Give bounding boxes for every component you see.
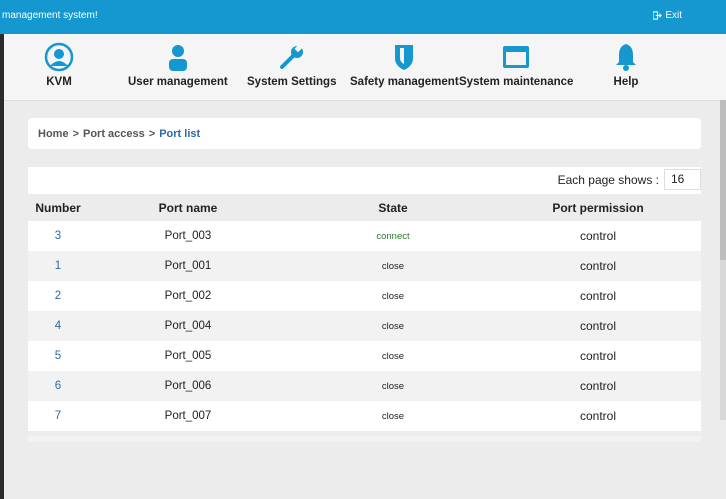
row-port-name: Port_004 <box>164 320 212 332</box>
row-number[interactable]: 3 <box>28 221 88 251</box>
nav-system-settings[interactable]: System Settings <box>247 42 336 88</box>
breadcrumb-separator: > <box>148 127 156 140</box>
table-row[interactable]: 5 Port_005 close control <box>28 341 701 371</box>
table-header: Number Port name State Port permission <box>28 195 701 221</box>
row-permission: control <box>579 319 617 333</box>
row-permission: control <box>579 409 617 423</box>
nav-user-management-label: User management <box>128 76 228 88</box>
row-port-name: Port_002 <box>164 290 212 302</box>
row-number[interactable]: 5 <box>28 341 88 371</box>
header-port-permission[interactable]: Port permission <box>518 195 678 221</box>
page-size-input[interactable]: 16 <box>664 169 701 190</box>
row-port-name: Port_006 <box>164 380 212 392</box>
row-state: close <box>381 350 405 362</box>
row-port-name: Port_005 <box>164 350 212 362</box>
row-permission: control <box>579 289 617 303</box>
exit-button[interactable]: Exit <box>653 10 682 21</box>
breadcrumb-separator: > <box>72 127 79 140</box>
table-row[interactable]: 7 Port_007 close control <box>28 401 701 431</box>
exit-label: Exit <box>665 10 682 21</box>
row-state: close <box>381 290 405 302</box>
nav-safety-management[interactable]: Safety management <box>350 42 459 88</box>
breadcrumb-home[interactable]: Home <box>38 128 69 140</box>
shield-icon <box>395 45 414 70</box>
header-state[interactable]: State <box>318 195 468 221</box>
table-row[interactable]: 3 Port_003 connect control <box>28 221 701 251</box>
main-nav: KVM User management System Settings Safe… <box>4 34 726 101</box>
row-state: close <box>381 260 405 272</box>
header-number[interactable]: Number <box>28 195 88 221</box>
top-bar: management system! Exit <box>0 0 726 34</box>
row-port-name: Port_007 <box>164 410 212 422</box>
bell-icon <box>616 44 636 71</box>
row-permission: control <box>579 379 617 393</box>
nav-user-management[interactable]: User management <box>128 42 228 88</box>
row-number[interactable]: 2 <box>28 281 88 311</box>
breadcrumb-port-access[interactable]: Port access <box>83 128 145 140</box>
row-state: close <box>381 410 405 422</box>
row-permission: control <box>579 259 617 273</box>
port-table: Number Port name State Port permission 3… <box>28 195 701 431</box>
table-row[interactable]: 1 Port_001 close control <box>28 251 701 281</box>
table-row[interactable]: 4 Port_004 close control <box>28 311 701 341</box>
breadcrumb: Home > Port access > Port list <box>28 118 701 149</box>
nav-system-maintenance[interactable]: System maintenance <box>459 42 573 88</box>
exit-icon <box>653 11 663 20</box>
scrollbar-thumb[interactable] <box>720 100 726 260</box>
table-row[interactable]: 2 Port_002 close control <box>28 281 701 311</box>
row-port-name: Port_003 <box>164 230 212 242</box>
nav-safety-management-label: Safety management <box>350 76 459 88</box>
app-title: management system! <box>2 10 98 21</box>
row-number[interactable]: 6 <box>28 371 88 401</box>
page-size-bar: Each page shows : 16 <box>28 167 701 194</box>
row-permission: control <box>579 349 617 363</box>
person-circle-icon <box>44 42 74 72</box>
page-size-label: Each page shows : <box>557 173 659 187</box>
nav-help-label: Help <box>613 76 639 88</box>
header-port-name[interactable]: Port name <box>128 195 248 221</box>
user-icon <box>168 45 187 71</box>
row-state: close <box>381 320 405 332</box>
nav-kvm-label: KVM <box>46 76 72 88</box>
monitor-icon <box>503 46 530 68</box>
row-number[interactable]: 7 <box>28 401 88 431</box>
row-port-name: Port_001 <box>164 260 212 272</box>
row-permission: control <box>579 229 617 243</box>
table-row[interactable]: 6 Port_006 close control <box>28 371 701 401</box>
nav-system-maintenance-label: System maintenance <box>459 76 574 88</box>
table-bottom-edge <box>28 436 701 442</box>
nav-system-settings-label: System Settings <box>247 76 337 88</box>
nav-kvm[interactable]: KVM <box>44 42 74 88</box>
row-state: connect <box>376 230 410 242</box>
row-state: close <box>381 380 405 392</box>
nav-help[interactable]: Help <box>611 42 641 88</box>
breadcrumb-current: Port list <box>159 127 201 140</box>
row-number[interactable]: 1 <box>28 251 88 281</box>
wrench-icon <box>279 44 303 69</box>
row-number[interactable]: 4 <box>28 311 88 341</box>
